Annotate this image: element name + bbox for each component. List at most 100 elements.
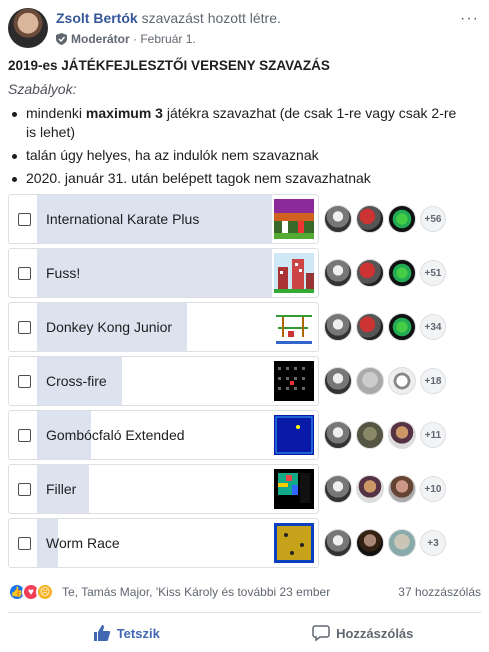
poll-option-box[interactable]: Fuss! [8, 248, 319, 298]
voter-avatars[interactable]: +3 [324, 529, 446, 557]
poll-option-checkbox[interactable] [18, 321, 31, 334]
more-voters-count[interactable]: +18 [420, 368, 446, 394]
voter-avatar[interactable] [324, 529, 352, 557]
poll-option-box[interactable]: International Karate Plus [8, 194, 319, 244]
voter-avatar[interactable] [356, 421, 384, 449]
game-thumbnail[interactable] [274, 253, 314, 293]
more-options-icon[interactable]: ··· [460, 10, 479, 28]
voter-avatar[interactable] [324, 205, 352, 233]
poll-option-label: Cross-fire [46, 373, 107, 389]
comment-button[interactable]: Hozzászólás [245, 615, 482, 651]
author-avatar[interactable] [8, 8, 48, 48]
thumbs-up-icon [93, 625, 110, 641]
voter-avatar[interactable] [324, 475, 352, 503]
voter-avatar[interactable] [388, 475, 416, 503]
post-header: Zsolt Bertók szavazást hozott létre. Mod… [8, 6, 481, 50]
voter-avatar[interactable] [356, 367, 384, 395]
poll-option-checkbox[interactable] [18, 375, 31, 388]
rules-list: mindenki maximum 3 játékra szavazhat (de… [8, 104, 468, 192]
voter-avatars[interactable]: +56 [324, 205, 446, 233]
voter-avatar[interactable] [388, 259, 416, 287]
poll-option: Filler +10 [8, 464, 468, 514]
poll-option-label: Donkey Kong Junior [46, 319, 173, 335]
more-voters-count[interactable]: +51 [420, 260, 446, 286]
voter-avatars[interactable]: +34 [324, 313, 446, 341]
more-voters-count[interactable]: +34 [420, 314, 446, 340]
post-stats: 👍 ♥ ☹ Te, Tamás Major, 'Kiss Károly és t… [8, 582, 481, 604]
meta-separator: · [129, 32, 141, 46]
poll-option: Donkey Kong Junior +34 [8, 302, 468, 352]
rule-item: 2020. január 31. után belépett tagok nem… [8, 169, 468, 188]
comment-label: Hozzászólás [336, 625, 414, 641]
voter-avatars[interactable]: +18 [324, 367, 446, 395]
voter-avatar[interactable] [324, 421, 352, 449]
poll-option-box[interactable]: Filler [8, 464, 319, 514]
post-action-text: szavazást hozott létre. [141, 10, 281, 26]
voter-avatar[interactable] [388, 529, 416, 557]
poll-option-label: Gombócfaló Extended [46, 427, 185, 443]
shield-icon [56, 33, 67, 45]
rule-item: talán úgy helyes, ha az indulók nem szav… [8, 146, 468, 165]
role-badge: Moderátor [71, 32, 130, 46]
voter-avatar[interactable] [388, 367, 416, 395]
author-name[interactable]: Zsolt Bertók [56, 10, 138, 26]
more-voters-count[interactable]: +11 [420, 422, 446, 448]
reaction-icons[interactable]: 👍 ♥ ☹ [8, 583, 54, 601]
poll-option-label: Worm Race [46, 535, 120, 551]
voter-avatars[interactable]: +11 [324, 421, 446, 449]
poll-option-box[interactable]: Gombócfaló Extended [8, 410, 319, 460]
sad-reaction-icon: ☹ [36, 583, 54, 601]
poll-option-box[interactable]: Cross-fire [8, 356, 319, 406]
voter-avatar[interactable] [388, 205, 416, 233]
post-actions: Tetszik Hozzászólás [8, 615, 481, 651]
more-voters-count[interactable]: +56 [420, 206, 446, 232]
rules-label: Szabályok: [8, 81, 77, 97]
voter-avatar[interactable] [388, 313, 416, 341]
poll-option-checkbox[interactable] [18, 537, 31, 550]
post-meta: Moderátor · Február 1. [56, 32, 196, 46]
more-voters-count[interactable]: +3 [420, 530, 446, 556]
voter-avatar[interactable] [356, 259, 384, 287]
poll-option: Worm Race +3 [8, 518, 468, 568]
post-title: 2019-es JÁTÉKFEJLESZTŐI VERSENY SZAVAZÁS [8, 58, 330, 73]
poll-option-checkbox[interactable] [18, 213, 31, 226]
poll-option-label: Filler [46, 481, 77, 497]
post-headline: Zsolt Bertók szavazást hozott létre. [56, 10, 281, 26]
rule-item: mindenki maximum 3 játékra szavazhat (de… [8, 104, 468, 142]
game-thumbnail[interactable] [274, 307, 314, 347]
voter-avatars[interactable]: +51 [324, 259, 446, 287]
game-thumbnail[interactable] [274, 361, 314, 401]
poll-option-label: International Karate Plus [46, 211, 200, 227]
divider [8, 612, 481, 613]
poll-option-checkbox[interactable] [18, 429, 31, 442]
poll-option: Gombócfaló Extended +11 [8, 410, 468, 460]
game-thumbnail[interactable] [274, 523, 314, 563]
like-button[interactable]: Tetszik [8, 615, 245, 651]
voter-avatar[interactable] [356, 313, 384, 341]
poll-option: International Karate Plus +56 [8, 194, 468, 244]
poll-option-box[interactable]: Worm Race [8, 518, 319, 568]
poll-option: Cross-fire +18 [8, 356, 468, 406]
poll-option-checkbox[interactable] [18, 267, 31, 280]
game-thumbnail[interactable] [274, 415, 314, 455]
poll-option-box[interactable]: Donkey Kong Junior [8, 302, 319, 352]
voter-avatar[interactable] [324, 313, 352, 341]
game-thumbnail[interactable] [274, 199, 314, 239]
poll-option: Fuss! +51 [8, 248, 468, 298]
voter-avatar[interactable] [324, 367, 352, 395]
voter-avatar[interactable] [356, 205, 384, 233]
voter-avatar[interactable] [356, 475, 384, 503]
comments-count[interactable]: 37 hozzászólás [398, 585, 481, 599]
like-label: Tetszik [116, 625, 160, 641]
voter-avatar[interactable] [324, 259, 352, 287]
comment-icon [312, 625, 330, 642]
reactions-summary[interactable]: Te, Tamás Major, 'Kiss Károly és további… [62, 585, 330, 599]
poll-option-label: Fuss! [46, 265, 81, 281]
game-thumbnail[interactable] [274, 469, 314, 509]
more-voters-count[interactable]: +10 [420, 476, 446, 502]
voter-avatar[interactable] [388, 421, 416, 449]
poll-option-checkbox[interactable] [18, 483, 31, 496]
voter-avatars[interactable]: +10 [324, 475, 446, 503]
voter-avatar[interactable] [356, 529, 384, 557]
post-date[interactable]: Február 1. [140, 32, 195, 46]
